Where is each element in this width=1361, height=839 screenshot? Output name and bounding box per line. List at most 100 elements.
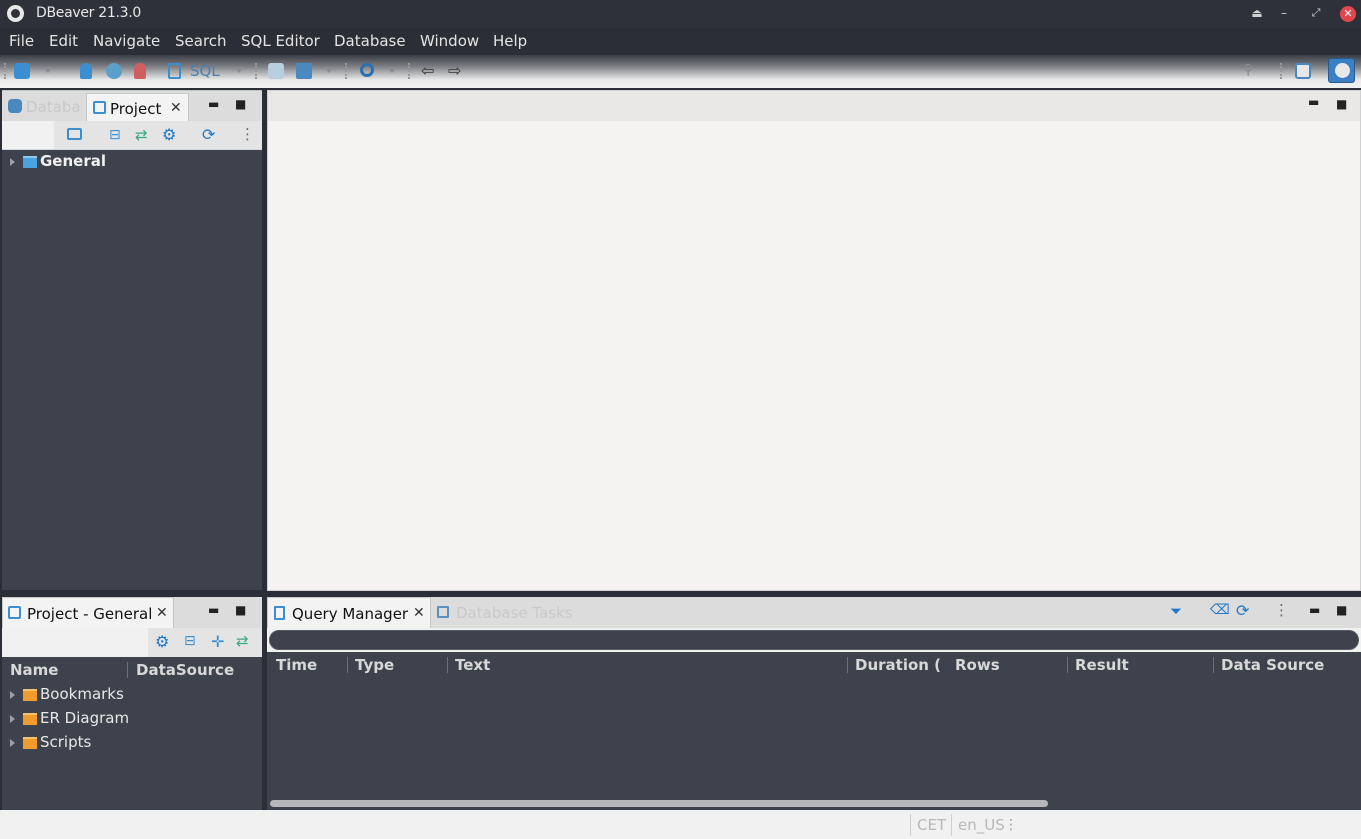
close-tab-icon[interactable]: ✕ bbox=[156, 605, 168, 621]
project-panel-toolbar: ⚙ ⊟ ✛ ⇄ bbox=[2, 628, 262, 657]
dbeaver-perspective-button[interactable] bbox=[1328, 58, 1355, 83]
expand-arrow-icon[interactable] bbox=[10, 715, 15, 723]
view-menu-icon[interactable]: ⋮ bbox=[240, 125, 255, 143]
close-tab-icon[interactable]: ✕ bbox=[170, 100, 182, 116]
maximize-panel-icon[interactable]: ■ bbox=[1336, 603, 1347, 617]
expand-all-icon[interactable]: ✛ bbox=[211, 632, 224, 651]
commit-icon[interactable] bbox=[268, 63, 284, 79]
maximize-panel-icon[interactable]: ■ bbox=[235, 603, 246, 617]
editor-tab-area: ▬ ■ bbox=[267, 90, 1361, 121]
menu-database[interactable]: Database bbox=[334, 32, 406, 50]
expand-arrow-icon[interactable] bbox=[10, 158, 15, 166]
column-header-duration[interactable]: Duration ( m bbox=[855, 656, 947, 674]
collapse-all-icon[interactable]: ⊟ bbox=[109, 127, 121, 143]
disconnect-icon[interactable] bbox=[134, 63, 146, 79]
navigator-toolbar: ⊟ ⇄ ⚙ ⟳ ⋮ bbox=[2, 121, 262, 150]
transaction-dropdown-icon[interactable] bbox=[324, 67, 334, 73]
refresh-icon[interactable]: ⟳ bbox=[1236, 601, 1249, 620]
column-header-result[interactable]: Result bbox=[1075, 656, 1129, 674]
minimize-panel-icon[interactable]: ▬ bbox=[208, 603, 219, 617]
link-with-editor-icon[interactable]: ⇄ bbox=[236, 632, 249, 650]
menu-sql-editor[interactable]: SQL Editor bbox=[241, 32, 320, 50]
column-header-name[interactable]: Name bbox=[10, 661, 58, 679]
column-separator[interactable] bbox=[447, 657, 448, 673]
list-item-scripts[interactable]: Scripts bbox=[2, 732, 262, 754]
column-separator[interactable] bbox=[1067, 657, 1068, 673]
column-separator[interactable] bbox=[127, 662, 128, 678]
menu-navigate[interactable]: Navigate bbox=[93, 32, 160, 50]
column-header-text[interactable]: Text bbox=[455, 656, 490, 674]
menu-edit[interactable]: Edit bbox=[49, 32, 78, 50]
query-filter-input[interactable] bbox=[269, 630, 1359, 650]
list-item-er-diagram[interactable]: ER Diagram bbox=[2, 708, 262, 730]
project-resources-table: Name DataSource Bookmarks ER Diagram Scr… bbox=[2, 657, 262, 810]
status-menu-icon[interactable]: ⋮ bbox=[1004, 817, 1018, 833]
connect-icon[interactable] bbox=[80, 63, 92, 79]
filter-icon[interactable]: ⏷ bbox=[1170, 602, 1182, 620]
new-connection-dropdown-icon[interactable] bbox=[43, 67, 53, 73]
scripts-folder-icon bbox=[23, 737, 37, 749]
toolbar-separator bbox=[255, 63, 257, 79]
title-bar: DBeaver 21.3.0 ⏏ – ⤢ ✕ bbox=[0, 0, 1361, 28]
horizontal-scrollbar[interactable] bbox=[270, 800, 1048, 807]
close-window-button[interactable]: ✕ bbox=[1340, 6, 1356, 22]
maximize-panel-icon[interactable]: ■ bbox=[235, 97, 246, 111]
column-header-datasource[interactable]: DataSource bbox=[136, 661, 234, 679]
column-separator[interactable] bbox=[1213, 657, 1214, 673]
window-shade-icon[interactable]: ⏏ bbox=[1248, 5, 1266, 23]
menu-search[interactable]: Search bbox=[175, 32, 227, 50]
quick-search-icon[interactable]: ⚲ bbox=[1243, 62, 1253, 78]
sql-dropdown-icon[interactable] bbox=[234, 67, 244, 73]
column-separator[interactable] bbox=[847, 657, 848, 673]
column-header-type[interactable]: Type bbox=[355, 656, 394, 674]
new-connection-icon[interactable] bbox=[14, 63, 30, 79]
clear-log-icon[interactable]: ⌫ bbox=[1210, 602, 1230, 618]
minimize-editor-icon[interactable]: ▬ bbox=[1308, 95, 1319, 109]
navigator-tab-bar: Databa Project ✕ ▬ ■ bbox=[2, 90, 262, 122]
tab-database-navigator[interactable]: Databa bbox=[26, 98, 81, 116]
menu-window[interactable]: Window bbox=[420, 32, 479, 50]
list-item-bookmarks[interactable]: Bookmarks bbox=[2, 684, 262, 706]
editor-area[interactable] bbox=[267, 121, 1361, 591]
tab-project-general[interactable]: Project - General ✕ bbox=[2, 597, 174, 628]
menu-file[interactable]: File bbox=[9, 32, 34, 50]
tab-project[interactable]: Project ✕ bbox=[86, 93, 189, 122]
collapse-all-icon[interactable]: ⊟ bbox=[184, 633, 196, 649]
expand-arrow-icon[interactable] bbox=[10, 691, 15, 699]
tree-item-general[interactable]: General bbox=[2, 152, 262, 172]
forward-arrow-icon[interactable]: ⇨ bbox=[448, 61, 461, 80]
database-icon bbox=[8, 99, 22, 113]
sql-button-label[interactable]: SQL bbox=[190, 62, 220, 80]
configure-icon[interactable]: ⚙ bbox=[162, 125, 176, 144]
refresh-icon[interactable]: ⟳ bbox=[202, 125, 215, 144]
maximize-editor-icon[interactable]: ■ bbox=[1336, 97, 1347, 111]
sql-editor-icon[interactable] bbox=[168, 63, 181, 79]
view-menu-icon[interactable]: ⋮ bbox=[1274, 601, 1289, 619]
column-header-rows[interactable]: Rows bbox=[955, 656, 1000, 674]
toolbar-separator bbox=[1280, 63, 1282, 79]
transaction-mode-icon[interactable] bbox=[296, 63, 312, 79]
maximize-window-button[interactable]: ⤢ bbox=[1307, 5, 1325, 23]
column-separator[interactable] bbox=[347, 657, 348, 673]
search-icon[interactable] bbox=[360, 63, 374, 77]
link-with-editor-icon[interactable]: ⇄ bbox=[135, 126, 148, 144]
minimize-panel-icon[interactable]: ▬ bbox=[1309, 603, 1320, 617]
expand-arrow-icon[interactable] bbox=[10, 739, 15, 747]
back-arrow-icon[interactable]: ⇦ bbox=[421, 61, 434, 80]
toolbar-separator bbox=[345, 63, 347, 79]
minimize-panel-icon[interactable]: ▬ bbox=[208, 97, 219, 111]
invalidate-reconnect-icon[interactable] bbox=[106, 63, 122, 79]
status-bar: CET en_US ⋮ bbox=[0, 810, 1361, 839]
menu-help[interactable]: Help bbox=[493, 32, 527, 50]
configure-icon[interactable]: ⚙ bbox=[155, 632, 169, 651]
column-header-data-source[interactable]: Data Source bbox=[1221, 656, 1324, 674]
status-locale: en_US bbox=[958, 816, 1005, 834]
tab-database-tasks[interactable]: Database Tasks bbox=[456, 604, 573, 622]
close-tab-icon[interactable]: ✕ bbox=[413, 605, 425, 621]
tab-query-manager[interactable]: Query Manager ✕ bbox=[267, 597, 431, 628]
new-folder-icon[interactable] bbox=[67, 128, 82, 140]
open-perspective-icon[interactable] bbox=[1295, 63, 1311, 79]
column-header-time[interactable]: Time bbox=[276, 656, 317, 674]
search-dropdown-icon[interactable] bbox=[387, 67, 397, 73]
minimize-window-button[interactable]: – bbox=[1275, 5, 1293, 23]
